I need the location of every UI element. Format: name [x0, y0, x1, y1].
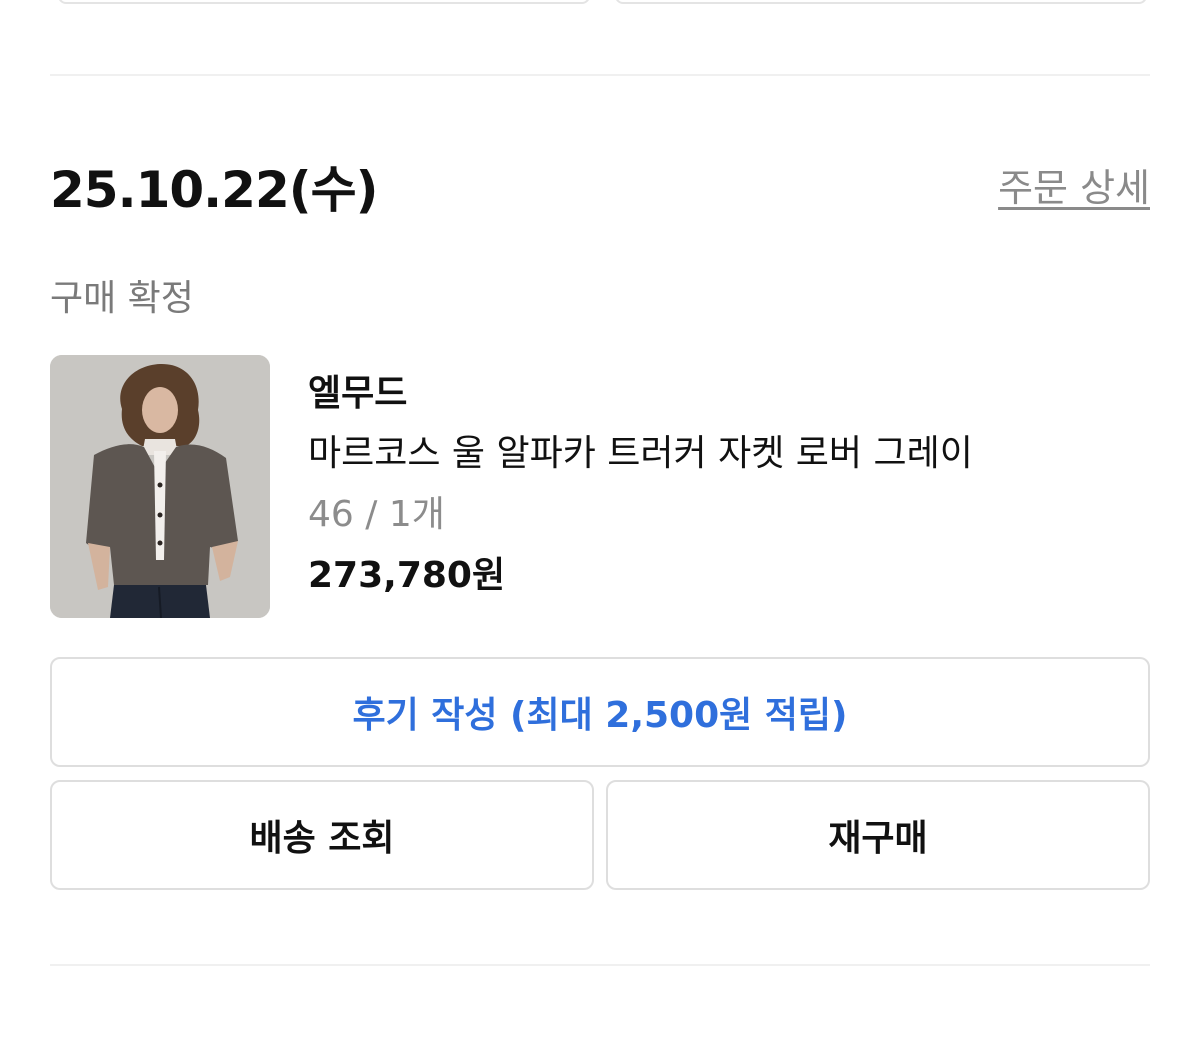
previous-order-button-right[interactable] [615, 0, 1147, 4]
order-date: 25.10.22(수) [50, 161, 378, 219]
product-brand[interactable]: 엘무드 [308, 365, 1148, 423]
order-detail-link[interactable]: 주문 상세 [998, 160, 1150, 216]
product-thumbnail[interactable] [50, 355, 270, 618]
write-review-button[interactable]: 후기 작성 (최대 2,500원 적립) [50, 657, 1150, 767]
product-price: 273,780원 [308, 555, 506, 596]
rebuy-button[interactable]: 재구매 [606, 780, 1150, 890]
section-divider-top [50, 74, 1150, 76]
order-status: 구매 확정 [50, 278, 194, 319]
product-option: 46 / 1개 [308, 494, 445, 535]
product-photo-jacket [50, 355, 270, 618]
track-delivery-button[interactable]: 배송 조회 [50, 780, 594, 890]
section-divider-bottom [50, 964, 1150, 966]
product-info: 엘무드 마르코스 울 알파카 트러커 자켓 로버 그레이 46 / 1개 273… [308, 365, 1148, 607]
previous-order-button-left[interactable] [58, 0, 590, 4]
product-name[interactable]: 마르코스 울 알파카 트러커 자켓 로버 그레이 [308, 423, 1148, 485]
